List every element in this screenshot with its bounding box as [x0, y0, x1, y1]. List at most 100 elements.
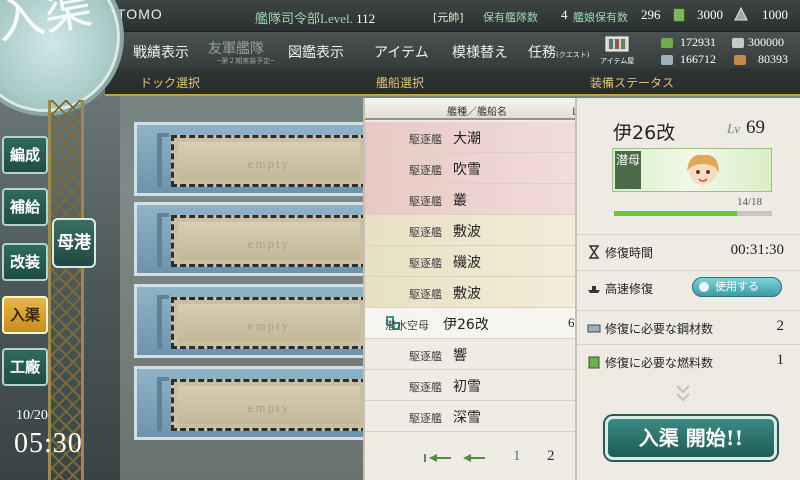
menu-furniture[interactable]: 模様替え — [452, 42, 508, 62]
menu-record[interactable]: 戦績表示 — [133, 42, 189, 62]
repair-time-label: 修復時間 — [605, 246, 654, 260]
ship-level: 6 — [568, 315, 575, 330]
ship-name: 叢 — [453, 193, 467, 209]
menu-friend-fleet-sub: ─第２期実装予定─ — [217, 57, 275, 65]
equip-status-title: 装備ステータス — [590, 76, 675, 90]
toggle-dot-icon — [699, 282, 709, 292]
repair-dock-4[interactable]: empty — [134, 366, 370, 440]
sidebar-item-repair[interactable]: 入渠 — [2, 296, 48, 334]
fuel-icon — [588, 356, 600, 369]
page-1[interactable]: 1 — [513, 448, 521, 465]
development-material-count: 1000 — [762, 7, 788, 22]
menu-items[interactable]: アイテム — [374, 42, 429, 62]
repair-time-row: 修復時間 00:31:30 — [577, 234, 800, 268]
selected-ship-level-label: Lv — [727, 121, 740, 136]
fleet-count-label: 保有艦隊数 — [483, 11, 538, 24]
hourglass-icon — [588, 245, 600, 259]
development-material-icon — [734, 6, 748, 21]
ship-name: 深雪 — [453, 410, 481, 426]
ship-name: 響 — [453, 348, 467, 364]
ship-name: 吹雪 — [453, 162, 481, 178]
ship-class-tag: 潜母 — [615, 151, 641, 189]
fuel-cost-label: 修復に必要な燃料数 — [605, 356, 714, 370]
menu-quest[interactable]: 任務(クエスト) — [528, 42, 589, 62]
start-repair-button[interactable]: 入渠 開始!! — [605, 416, 777, 460]
sidebar-item-supply[interactable]: 補給 — [2, 188, 48, 226]
dock-crane-icon — [157, 213, 169, 267]
prev-page-icon[interactable] — [459, 452, 489, 464]
use-fast-repair-button[interactable]: 使用する — [692, 277, 782, 297]
ship-girl-count-label: 艦娘保有数 — [573, 11, 628, 24]
player-name: TOMO — [117, 6, 163, 22]
ship-name: 伊26改 — [443, 317, 489, 333]
steel-icon — [661, 55, 673, 65]
repair-bucket-icon — [673, 8, 685, 22]
clock-date: 10/20 — [16, 408, 48, 423]
ship-type: 駆逐艦 — [409, 164, 442, 177]
ship-select-title: 艦船選択 — [376, 76, 425, 90]
fuel-cost-value: 1 — [776, 352, 785, 368]
ship-type: 駆逐艦 — [409, 288, 442, 301]
table-row[interactable]: 駆逐艦 吹雪 — [365, 153, 587, 184]
page-2[interactable]: 2 — [547, 448, 555, 465]
fast-repair-ship-icon — [588, 286, 600, 293]
menu-encyclopedia[interactable]: 図鑑表示 — [288, 42, 344, 62]
steel-icon — [587, 324, 601, 333]
steel-cost-value: 2 — [776, 318, 785, 334]
table-row[interactable]: 駆逐艦 叢 — [365, 184, 587, 215]
fast-repair-label: 高速修復 — [605, 282, 654, 296]
ammo-icon — [732, 38, 744, 48]
table-row[interactable]: 駆逐艦 響 — [365, 339, 587, 370]
ship-type: 駆逐艦 — [409, 381, 442, 394]
dock-empty-label: empty — [247, 318, 291, 333]
steel-amount: 166712 — [680, 52, 716, 66]
ship-girl-portrait — [687, 154, 719, 185]
table-row[interactable]: 駆逐艦 深雪 — [365, 401, 587, 432]
hq-level: 艦隊司令部Level. 112 — [255, 8, 375, 27]
ship-list-panel: 艦種／艦船名 レ 駆逐艦 大潮 駆逐艦 吹雪 駆逐艦 叢 駆逐艦 敷波 駆逐艦 … — [363, 98, 587, 480]
dock-empty-label: empty — [247, 236, 291, 251]
clock-time: 05:30 — [14, 428, 83, 459]
table-row[interactable]: 駆逐艦 磯波 — [365, 246, 587, 277]
repair-dock-2[interactable]: empty — [134, 202, 370, 276]
steel-cost-label: 修復に必要な鋼材数 — [605, 322, 714, 336]
first-page-icon[interactable] — [423, 452, 453, 464]
sidebar-item-arsenal[interactable]: 工廠 — [2, 348, 48, 386]
ship-type: 駆逐艦 — [409, 195, 442, 208]
selected-ship-name: 伊26改 — [613, 122, 676, 144]
fast-repair-row: 高速修復 使用する — [577, 270, 800, 304]
dock-slot: empty — [171, 297, 367, 349]
table-row[interactable]: 駆逐艦 大潮 — [365, 122, 587, 153]
repair-dock-1[interactable]: empty — [134, 122, 370, 196]
ship-name: 敷波 — [453, 224, 481, 240]
dock-select-title: ドック選択 — [140, 76, 201, 90]
ship-list-pager: 1 2 3 — [365, 444, 587, 474]
fuel-icon — [661, 38, 673, 48]
sidebar-item-remodel[interactable]: 改装 — [2, 243, 48, 281]
ship-type: 駆逐艦 — [409, 226, 442, 239]
port-button[interactable]: 母港 — [52, 218, 96, 268]
menu-friend-fleet[interactable]: 友軍艦隊 — [208, 38, 264, 58]
table-row[interactable]: 駆逐艦 敷波 — [365, 215, 587, 246]
ship-type: 駆逐艦 — [409, 133, 442, 146]
ship-portrait-banner: 潜母 — [612, 148, 772, 192]
chevron-down-icon — [676, 385, 690, 402]
hp-value: 14/18 — [737, 196, 763, 208]
selected-ship-level: 69 — [746, 117, 765, 138]
dock-slot: empty — [171, 215, 367, 267]
ship-type: 駆逐艦 — [409, 350, 442, 363]
item-shop-label: アイテム屋 — [600, 57, 635, 65]
table-row[interactable]: 駆逐艦 初雪 — [365, 370, 587, 401]
steel-cost-row: 修復に必要な鋼材数 2 — [577, 310, 800, 344]
table-row[interactable]: 駆逐艦 敷波 — [365, 277, 587, 308]
ammo-amount: 300000 — [748, 35, 784, 49]
crane-girder — [48, 100, 84, 480]
repair-dock-3[interactable]: empty — [134, 284, 370, 358]
dock-slot: empty — [171, 379, 367, 431]
item-shop-icon[interactable] — [603, 34, 631, 54]
sidebar-item-organize[interactable]: 編成 — [2, 136, 48, 174]
table-row-selected[interactable]: 潜水空母 伊26改 6 — [365, 308, 587, 339]
ship-girl-count: 296 — [641, 7, 661, 22]
column-header-ship-name[interactable]: 艦種／艦船名 — [447, 103, 507, 118]
ship-name: 敷波 — [453, 286, 481, 302]
